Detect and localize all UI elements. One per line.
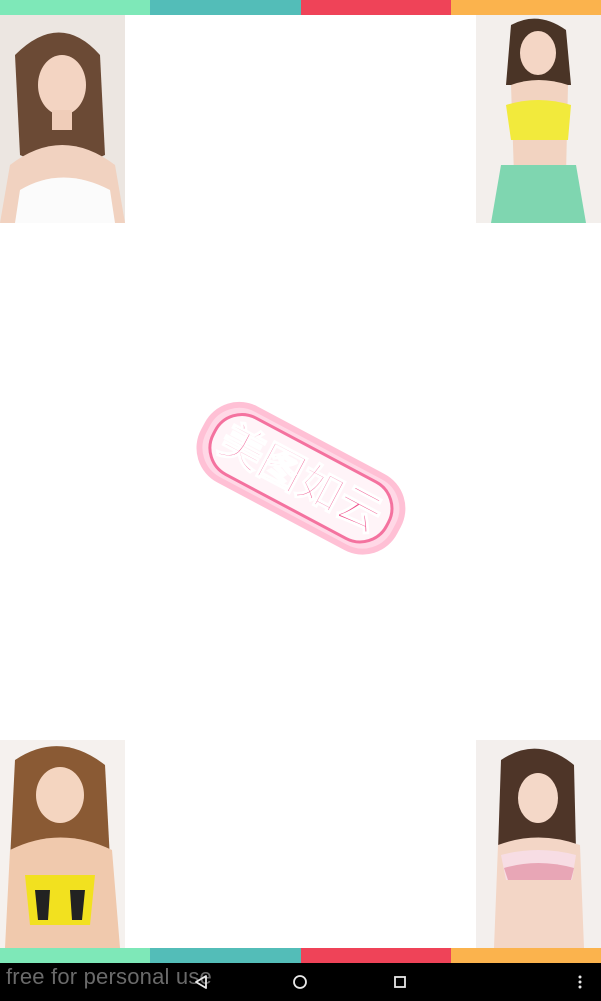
stripe-segment-red [300, 0, 451, 15]
back-triangle-icon[interactable] [187, 970, 215, 994]
home-circle-icon[interactable] [286, 970, 314, 994]
app-logo-stamp: 美图如云 [180, 380, 420, 580]
stripe-segment-teal [150, 948, 301, 963]
watermark-text: free for personal use [6, 964, 212, 989]
overflow-menu-icon[interactable] [566, 970, 594, 994]
photo-top-right [476, 15, 601, 223]
top-color-stripe [0, 0, 601, 15]
bottom-color-stripe [0, 948, 601, 963]
photo-bottom-left [0, 740, 125, 948]
stripe-segment-red [300, 948, 451, 963]
stripe-segment-mint [0, 0, 151, 15]
photo-bottom-right [476, 740, 601, 948]
stripe-segment-orange [450, 948, 601, 963]
stripe-segment-teal [150, 0, 301, 15]
stripe-segment-mint [0, 948, 151, 963]
recent-square-icon[interactable] [386, 970, 414, 994]
stripe-segment-orange [450, 0, 601, 15]
photo-top-left [0, 15, 125, 223]
